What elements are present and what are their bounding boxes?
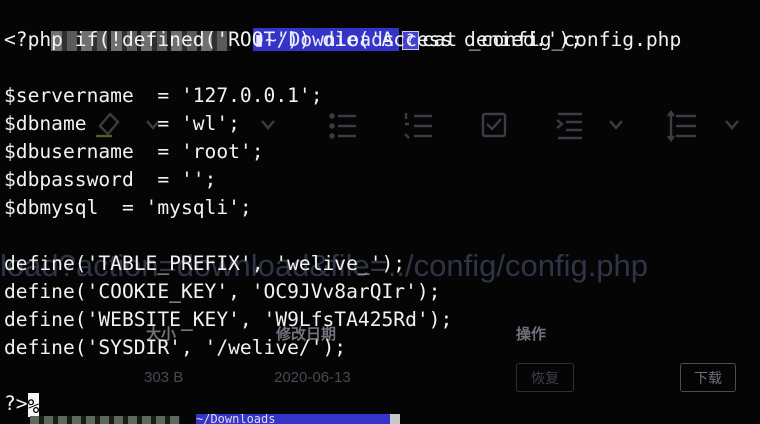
output-line: define('TABLE_PREFIX', 'welive_'); <box>4 252 406 275</box>
terminal-cursor: % <box>27 392 40 418</box>
output-line: define('COOKIE_KEY', 'OC9JVv8arQIr'); <box>4 280 441 303</box>
next-prompt-path: ~/Downloads <box>196 414 394 424</box>
next-prompt-cursor <box>390 414 400 424</box>
terminal-window[interactable]: ▮~/Downloads? cat _config_config.php <?ph… <box>0 0 760 424</box>
terminal-prompt-line: ▮~/Downloads? cat _config_config.php <box>4 0 681 51</box>
output-line: $dbname = 'wl'; <box>4 112 240 135</box>
output-line: $servername = '127.0.0.1'; <box>4 84 323 107</box>
output-line: define('WEBSITE_KEY', 'W9LfsTA425Rd'); <box>4 308 453 331</box>
output-line: define('SYSDIR', '/welive/'); <box>4 336 347 359</box>
next-prompt-partial: ~/Downloads <box>0 414 760 424</box>
output-line: <?php if(!defined('ROOT')) die('Access d… <box>4 28 583 51</box>
output-line: $dbusername = 'root'; <box>4 140 264 163</box>
output-line: $dbmysql = 'mysqli'; <box>4 196 252 219</box>
php-close-tag: ?> <box>4 392 28 415</box>
blurred-next-hostname <box>30 416 180 424</box>
output-line: $dbpassword = ''; <box>4 168 217 191</box>
